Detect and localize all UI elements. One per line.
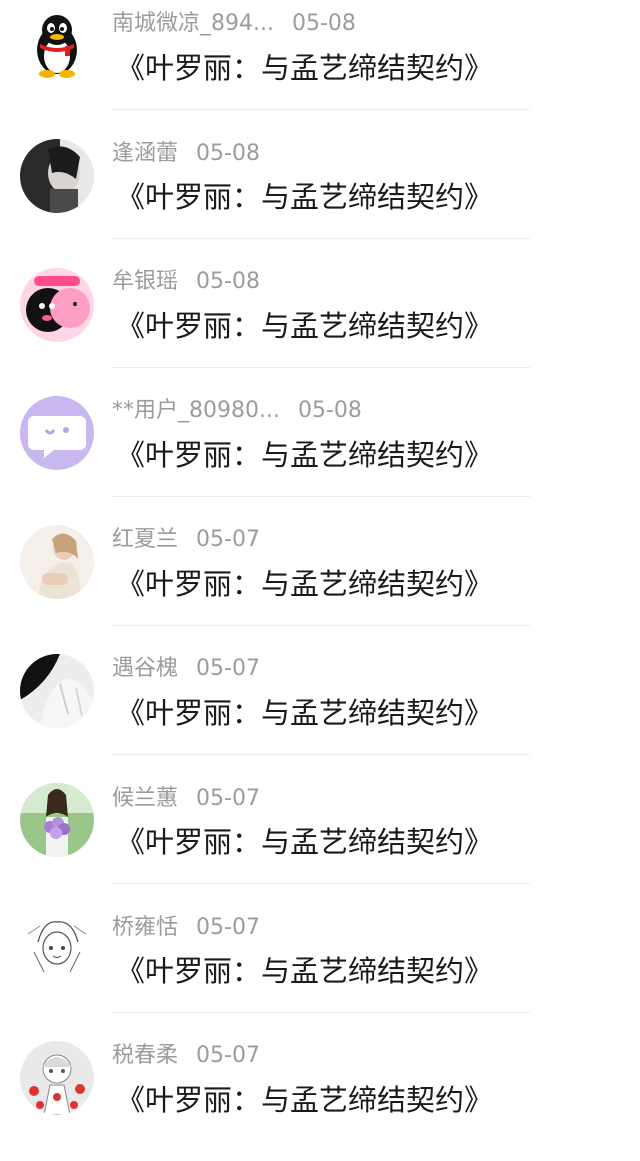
comment-date: 05-08 <box>196 141 260 166</box>
username[interactable]: **用户_80980... <box>112 398 280 423</box>
comment-title[interactable]: 《叶罗丽：与孟艺缔结契约》 <box>116 693 493 733</box>
username[interactable]: 南城微凉_894... <box>112 11 274 36</box>
comment-list: 南城微凉_894... 05-08 《叶罗丽：与孟艺缔结契约》 逢涵蕾 05-08 … <box>0 0 640 1138</box>
comment-meta: 税春柔 05-07 <box>112 1041 260 1071</box>
divider <box>112 109 530 110</box>
cartoon-avatar[interactable] <box>20 268 94 342</box>
list-item[interactable]: 红夏兰 05-07 《叶罗丽：与孟艺缔结契约》 <box>0 516 640 645</box>
comment-date: 05-07 <box>196 656 260 681</box>
comment-meta: **用户_80980... 05-08 <box>112 396 362 426</box>
comment-meta: 候兰蕙 05-07 <box>112 784 260 814</box>
list-item[interactable]: 候兰蕙 05-07 《叶罗丽：与孟艺缔结契约》 <box>0 774 640 903</box>
comment-title[interactable]: 《叶罗丽：与孟艺缔结契约》 <box>116 435 493 475</box>
list-item[interactable]: 税春柔 05-07 《叶罗丽：与孟艺缔结契约》 <box>0 1032 640 1161</box>
photo-avatar[interactable] <box>20 783 94 857</box>
comment-meta: 逢涵蕾 05-08 <box>112 139 260 169</box>
comment-date: 05-07 <box>196 527 260 552</box>
comment-meta: 桥雍恬 05-07 <box>112 913 260 943</box>
username[interactable]: 红夏兰 <box>112 527 178 552</box>
qq-penguin-avatar[interactable] <box>20 6 94 80</box>
sketch-avatar[interactable] <box>20 912 94 986</box>
chat-bubble-avatar[interactable] <box>20 396 94 470</box>
comment-meta: 牟银瑶 05-08 <box>112 267 260 297</box>
comment-date: 05-07 <box>196 1043 260 1068</box>
comment-title[interactable]: 《叶罗丽：与孟艺缔结契约》 <box>116 951 493 991</box>
list-item[interactable]: 遇谷槐 05-07 《叶罗丽：与孟艺缔结契约》 <box>0 645 640 774</box>
comment-title[interactable]: 《叶罗丽：与孟艺缔结契约》 <box>116 822 493 862</box>
comment-title[interactable]: 《叶罗丽：与孟艺缔结契约》 <box>116 177 493 217</box>
username[interactable]: 遇谷槐 <box>112 656 178 681</box>
comment-meta: 遇谷槐 05-07 <box>112 654 260 684</box>
comment-title[interactable]: 《叶罗丽：与孟艺缔结契约》 <box>116 48 493 88</box>
divider <box>112 754 530 755</box>
comment-date: 05-07 <box>196 915 260 940</box>
divider <box>112 1012 530 1013</box>
username[interactable]: 桥雍恬 <box>112 915 178 940</box>
comment-date: 05-08 <box>196 269 260 294</box>
username[interactable]: 候兰蕙 <box>112 786 178 811</box>
username[interactable]: 税春柔 <box>112 1043 178 1068</box>
comment-date: 05-08 <box>297 398 362 423</box>
photo-avatar[interactable] <box>20 139 94 213</box>
comment-meta: 红夏兰 05-07 <box>112 525 260 555</box>
list-item[interactable]: 桥雍恬 05-07 《叶罗丽：与孟艺缔结契约》 <box>0 903 640 1032</box>
photo-avatar[interactable] <box>20 525 94 599</box>
list-item[interactable]: **用户_80980... 05-08 《叶罗丽：与孟艺缔结契约》 <box>0 387 640 516</box>
comment-title[interactable]: 《叶罗丽：与孟艺缔结契约》 <box>116 306 493 346</box>
username[interactable]: 牟银瑶 <box>112 269 178 294</box>
divider <box>112 367 530 368</box>
comment-title[interactable]: 《叶罗丽：与孟艺缔结契约》 <box>116 564 493 604</box>
photo-avatar[interactable] <box>20 654 94 728</box>
comment-title[interactable]: 《叶罗丽：与孟艺缔结契约》 <box>116 1080 493 1120</box>
comment-date: 05-08 <box>291 11 356 36</box>
divider <box>112 883 530 884</box>
divider <box>112 496 530 497</box>
comment-date: 05-07 <box>196 786 260 811</box>
username[interactable]: 逢涵蕾 <box>112 141 178 166</box>
comment-meta: 南城微凉_894... 05-08 <box>112 9 356 39</box>
list-item[interactable]: 牟银瑶 05-08 《叶罗丽：与孟艺缔结契约》 <box>0 258 640 387</box>
list-item[interactable]: 南城微凉_894... 05-08 《叶罗丽：与孟艺缔结契约》 <box>0 0 640 129</box>
divider <box>112 625 530 626</box>
illustration-avatar[interactable] <box>20 1041 94 1115</box>
list-item[interactable]: 逢涵蕾 05-08 《叶罗丽：与孟艺缔结契约》 <box>0 129 640 258</box>
divider <box>112 238 530 239</box>
